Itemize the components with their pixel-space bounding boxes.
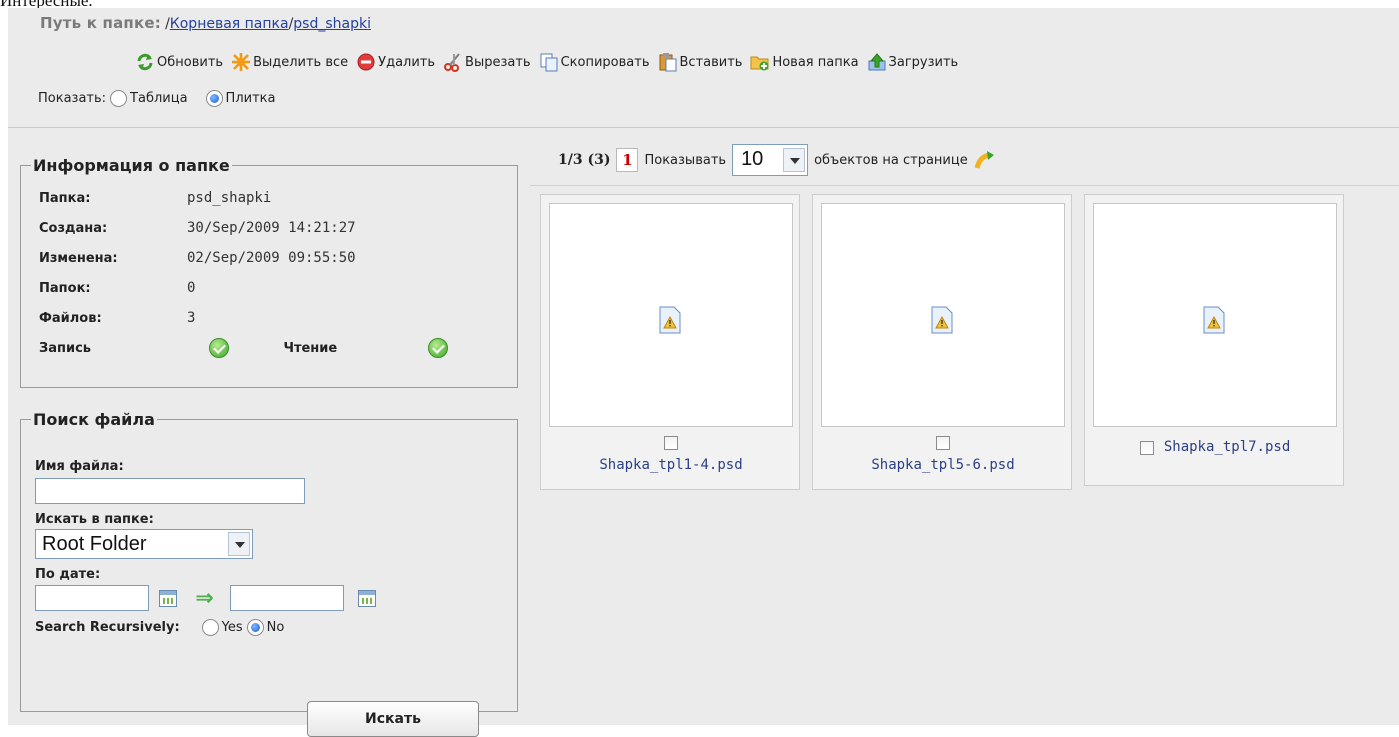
file-name[interactable]: Shapka_tpl7.psd: [1164, 439, 1290, 455]
page-button-1[interactable]: 1: [616, 148, 639, 172]
calendar-to-icon[interactable]: [358, 589, 376, 607]
new-folder-button[interactable]: Новая папка: [750, 52, 859, 72]
folder-info-legend: Информация о папке: [33, 156, 230, 175]
search-folder-label: Искать в папке:: [35, 512, 154, 527]
refresh-button[interactable]: Обновить: [135, 52, 223, 72]
info-row: Изменена: 02/Sep/2009 09:55:50: [39, 250, 356, 266]
chevron-down-icon: [783, 148, 806, 172]
copy-button[interactable]: Скопировать: [539, 52, 650, 72]
file-search-panel: Поиск файла Имя файла: Искать в папке: R…: [20, 410, 518, 737]
file-tile[interactable]: Shapka_tpl7.psd: [1084, 194, 1344, 486]
select-all-button[interactable]: Выделить все: [231, 52, 348, 72]
view-table-radio[interactable]: [110, 90, 128, 107]
view-tiles-label: Плитка: [225, 91, 276, 106]
recursive-yes-label: Yes: [221, 620, 243, 635]
recursive-yes-radio[interactable]: [201, 619, 219, 636]
delete-button[interactable]: Удалить: [356, 52, 435, 72]
filename-input[interactable]: [35, 478, 305, 504]
file-checkbox[interactable]: [1139, 440, 1154, 455]
pager-bar: 1/3 (3) 1 Показывать 10 объектов на стра…: [530, 128, 1399, 186]
item-count: 1/3 (3): [558, 152, 611, 168]
file-tile[interactable]: Shapka_tpl1-4.psd: [540, 194, 800, 490]
breadcrumb: Путь к папке: /Корневая папка/psd_shapki: [40, 14, 371, 32]
cut-button[interactable]: Вырезать: [443, 52, 531, 72]
chevron-down-icon: [228, 532, 250, 556]
info-row: Папок: 0: [39, 280, 196, 296]
refresh-icon: [135, 52, 155, 72]
info-row: Запись Чтение: [39, 333, 448, 363]
upload-button[interactable]: Загрузить: [867, 52, 958, 72]
per-page-select[interactable]: 10: [732, 144, 809, 176]
broken-image-icon: [930, 306, 954, 334]
breadcrumb-root-link[interactable]: Корневая папка: [170, 16, 289, 32]
file-tile[interactable]: Shapka_tpl5-6.psd: [812, 194, 1072, 490]
date-from-input[interactable]: [35, 585, 149, 611]
go-arrow-icon[interactable]: [974, 150, 994, 170]
view-switcher: Показать: Таблица Плитка: [38, 90, 275, 107]
file-thumbnail[interactable]: [1093, 203, 1337, 427]
date-to-input[interactable]: [229, 585, 344, 611]
search-button[interactable]: Искать: [307, 701, 479, 737]
read-permission-label: Чтение: [283, 341, 338, 356]
breadcrumb-current-link[interactable]: psd_shapki: [293, 16, 371, 32]
scissors-icon: [443, 52, 463, 72]
write-ok-icon: [209, 338, 229, 358]
folder-info-panel: Информация о папке Папка: psd_shapki Созд…: [20, 156, 518, 388]
file-name[interactable]: Shapka_tpl5-6.psd: [871, 457, 1014, 473]
folder-info-table: Папка: psd_shapki Создана: 30/Sep/2009 14:…: [39, 183, 448, 363]
recursive-label: Search Recursively:: [35, 620, 180, 635]
file-thumbnail[interactable]: [821, 203, 1065, 427]
file-search-legend: Поиск файла: [33, 410, 155, 429]
paste-button[interactable]: Вставить: [658, 52, 742, 72]
arrow-right-icon: ⇒: [195, 585, 214, 611]
info-row: Создана: 30/Sep/2009 14:21:27: [39, 220, 356, 236]
delete-icon: [356, 52, 376, 72]
info-row: Папка: psd_shapki: [39, 190, 272, 206]
file-tiles-area: Shapka_tpl1-4.psd Shapka_tpl5-6.psd Shap…: [530, 186, 1399, 725]
recursive-no-label: No: [266, 620, 285, 635]
file-thumbnail[interactable]: [549, 203, 793, 427]
broken-image-icon: [658, 306, 682, 334]
per-page-label: Показывать: [644, 152, 727, 168]
file-checkbox[interactable]: [664, 435, 678, 450]
read-ok-icon: [427, 338, 448, 358]
select-all-icon: [231, 52, 251, 72]
broken-image-icon: [1202, 306, 1226, 334]
search-folder-select[interactable]: Root Folder: [35, 529, 253, 559]
date-label: По дате:: [35, 567, 101, 582]
recursive-no-radio[interactable]: [246, 619, 264, 636]
left-sidebar: Информация о папке Папка: psd_shapki Созд…: [8, 128, 530, 737]
file-checkbox[interactable]: [936, 435, 950, 450]
upload-icon: [867, 52, 887, 72]
view-tiles-radio[interactable]: [205, 90, 223, 107]
per-page-suffix: объектов на странице: [814, 152, 968, 168]
toolbar-area: Путь к папке: /Корневая папка/psd_shapki…: [8, 8, 1399, 128]
write-permission-label: Запись: [39, 340, 92, 356]
filename-label: Имя файла:: [35, 459, 124, 474]
copy-icon: [539, 52, 559, 72]
action-bar: Обновить Выделить все Удалить Вырезать С…: [135, 52, 958, 72]
paste-icon: [658, 52, 678, 72]
new-folder-icon: [750, 52, 770, 72]
file-name[interactable]: Shapka_tpl1-4.psd: [599, 457, 742, 473]
calendar-from-icon[interactable]: [159, 589, 178, 607]
info-row: Файлов: 3: [39, 310, 196, 326]
view-label: Показать:: [38, 91, 107, 106]
view-table-label: Таблица: [130, 91, 188, 106]
path-label: Путь к папке:: [40, 14, 161, 32]
